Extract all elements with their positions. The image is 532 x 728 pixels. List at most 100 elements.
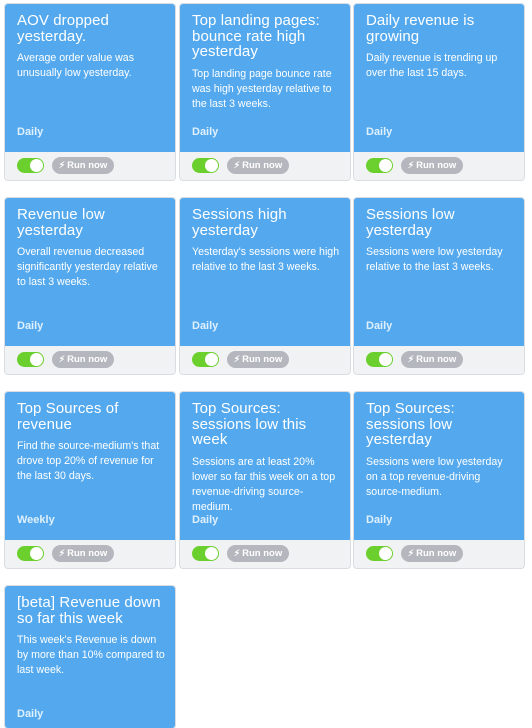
- toggle-knob: [205, 159, 218, 172]
- alert-card[interactable]: Top Sources: sessions low yesterday Sessi…: [354, 392, 524, 568]
- enable-toggle[interactable]: [366, 352, 393, 367]
- card-footer: ⚡︎ Run now: [5, 346, 175, 374]
- card-title: Sessions low yesterday: [366, 206, 455, 239]
- alert-card[interactable]: [beta] Revenue down so far this week This…: [5, 586, 175, 728]
- card-description: Sessions were low yesterday relative to …: [366, 246, 503, 273]
- lightning-bolt-icon: ⚡︎: [58, 160, 66, 170]
- enable-toggle[interactable]: [192, 158, 219, 173]
- run-now-label: Run now: [67, 548, 108, 559]
- card-body: Top Sources: sessions low yesterday Sessi…: [354, 392, 524, 540]
- run-now-label: Run now: [67, 354, 108, 365]
- card-body: [beta] Revenue down so far this week This…: [5, 586, 175, 728]
- card-footer: ⚡︎ Run now: [180, 540, 350, 568]
- frequency-label: Daily: [192, 514, 219, 526]
- alert-card[interactable]: Sessions high yesterday Yesterday's sessi…: [180, 198, 350, 374]
- frequency-label: Weekly: [17, 514, 55, 526]
- card-body: Sessions low yesterday Sessions were low …: [354, 198, 524, 346]
- frequency-label: Daily: [192, 126, 219, 138]
- card-description: Sessions are at least 20% lower so far t…: [192, 456, 336, 513]
- lightning-bolt-icon: ⚡︎: [233, 160, 241, 170]
- toggle-knob: [30, 353, 43, 366]
- alert-card[interactable]: Top Sources: sessions low this week Sessi…: [180, 392, 350, 568]
- card-body: Top Sources of revenue Find the source-me…: [5, 392, 175, 540]
- run-now-label: Run now: [242, 160, 283, 171]
- card-title: [beta] Revenue down so far this week: [17, 594, 161, 627]
- card-footer: ⚡︎ Run now: [180, 346, 350, 374]
- toggle-knob: [379, 547, 392, 560]
- card-title: Top Sources of revenue: [17, 400, 119, 433]
- card-body: Top landing pages: bounce rate high yest…: [180, 4, 350, 152]
- run-now-button[interactable]: ⚡︎ Run now: [227, 351, 289, 368]
- card-footer: ⚡︎ Run now: [5, 540, 175, 568]
- card-title: Sessions high yesterday: [192, 206, 287, 239]
- card-description: Daily revenue is trending up over the la…: [366, 52, 498, 79]
- frequency-label: Daily: [366, 126, 393, 138]
- enable-toggle[interactable]: [17, 546, 44, 561]
- run-now-button[interactable]: ⚡︎ Run now: [401, 157, 463, 174]
- lightning-bolt-icon: ⚡︎: [407, 160, 415, 170]
- alert-card[interactable]: AOV dropped yesterday. Average order valu…: [5, 4, 175, 180]
- toggle-knob: [30, 547, 43, 560]
- toggle-knob: [379, 353, 392, 366]
- card-description: Find the source-medium's that drove top …: [17, 440, 160, 482]
- alert-card[interactable]: Top landing pages: bounce rate high yest…: [180, 4, 350, 180]
- run-now-label: Run now: [242, 548, 283, 559]
- lightning-bolt-icon: ⚡︎: [58, 548, 66, 558]
- card-footer: ⚡︎ Run now: [354, 152, 524, 180]
- enable-toggle[interactable]: [17, 158, 44, 173]
- card-description: This week's Revenue is down by more than…: [17, 634, 165, 676]
- enable-toggle[interactable]: [17, 352, 44, 367]
- run-now-label: Run now: [67, 160, 108, 171]
- enable-toggle[interactable]: [366, 546, 393, 561]
- alert-card[interactable]: Top Sources of revenue Find the source-me…: [5, 392, 175, 568]
- run-now-button[interactable]: ⚡︎ Run now: [52, 157, 114, 174]
- frequency-label: Daily: [192, 320, 219, 332]
- frequency-label: Daily: [366, 320, 393, 332]
- card-footer: ⚡︎ Run now: [180, 152, 350, 180]
- frequency-label: Daily: [17, 126, 44, 138]
- alert-card[interactable]: Revenue low yesterday Overall revenue dec…: [5, 198, 175, 374]
- card-title: Top Sources: sessions low this week: [192, 400, 307, 448]
- card-description: Overall revenue decreased significantly …: [17, 246, 158, 288]
- run-now-button[interactable]: ⚡︎ Run now: [401, 545, 463, 562]
- run-now-button[interactable]: ⚡︎ Run now: [52, 351, 114, 368]
- frequency-label: Daily: [366, 514, 393, 526]
- run-now-button[interactable]: ⚡︎ Run now: [227, 157, 289, 174]
- run-now-label: Run now: [416, 354, 457, 365]
- lightning-bolt-icon: ⚡︎: [233, 548, 241, 558]
- run-now-button[interactable]: ⚡︎ Run now: [401, 351, 463, 368]
- run-now-button[interactable]: ⚡︎ Run now: [227, 545, 289, 562]
- enable-toggle[interactable]: [192, 352, 219, 367]
- enable-toggle[interactable]: [366, 158, 393, 173]
- card-description: Average order value was unusually low ye…: [17, 52, 134, 79]
- card-body: Top Sources: sessions low this week Sessi…: [180, 392, 350, 540]
- card-title: Top Sources: sessions low yesterday: [366, 400, 455, 448]
- frequency-label: Daily: [17, 708, 44, 720]
- run-now-label: Run now: [242, 354, 283, 365]
- toggle-knob: [205, 547, 218, 560]
- card-title: Top landing pages: bounce rate high yest…: [192, 12, 320, 60]
- lightning-bolt-icon: ⚡︎: [407, 548, 415, 558]
- card-description: Yesterday's sessions were high relative …: [192, 246, 340, 273]
- card-footer: ⚡︎ Run now: [5, 152, 175, 180]
- card-description: Top landing page bounce rate was high ye…: [192, 68, 332, 110]
- toggle-knob: [30, 159, 43, 172]
- card-body: AOV dropped yesterday. Average order valu…: [5, 4, 175, 152]
- run-now-button[interactable]: ⚡︎ Run now: [52, 545, 114, 562]
- lightning-bolt-icon: ⚡︎: [58, 354, 66, 364]
- card-body: Daily revenue is growing Daily revenue is…: [354, 4, 524, 152]
- frequency-label: Daily: [17, 320, 44, 332]
- alert-card[interactable]: Sessions low yesterday Sessions were low …: [354, 198, 524, 374]
- card-title: AOV dropped yesterday.: [17, 12, 109, 45]
- enable-toggle[interactable]: [192, 546, 219, 561]
- card-footer: ⚡︎ Run now: [354, 540, 524, 568]
- toggle-knob: [205, 353, 218, 366]
- alert-card[interactable]: Daily revenue is growing Daily revenue is…: [354, 4, 524, 180]
- lightning-bolt-icon: ⚡︎: [407, 354, 415, 364]
- card-body: Sessions high yesterday Yesterday's sessi…: [180, 198, 350, 346]
- card-footer: ⚡︎ Run now: [354, 346, 524, 374]
- run-now-label: Run now: [416, 160, 457, 171]
- lightning-bolt-icon: ⚡︎: [233, 354, 241, 364]
- card-body: Revenue low yesterday Overall revenue dec…: [5, 198, 175, 346]
- card-description: Sessions were low yesterday on a top rev…: [366, 456, 503, 498]
